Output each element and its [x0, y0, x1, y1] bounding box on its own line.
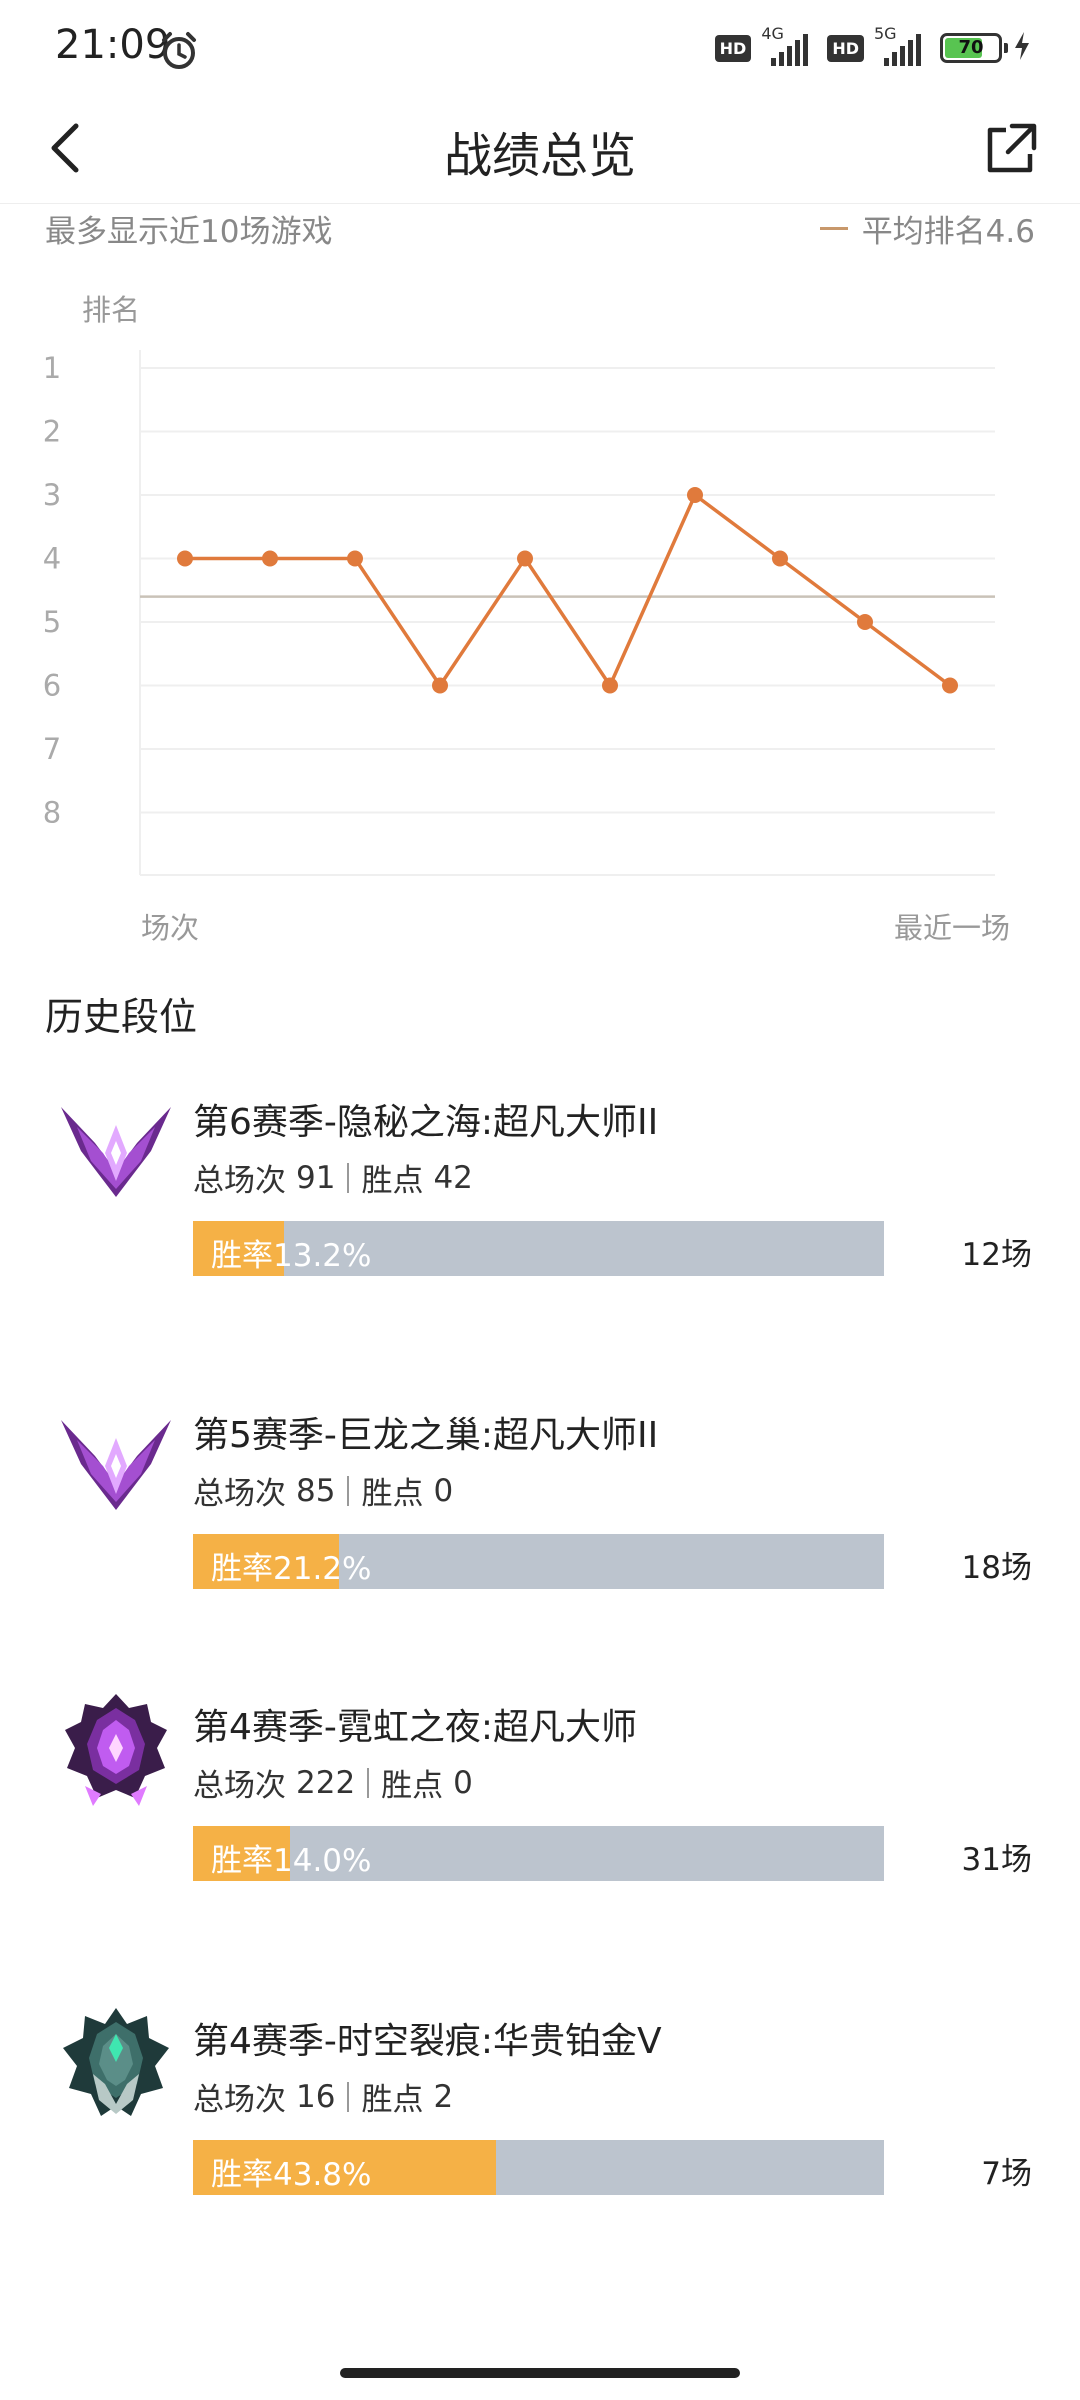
season-meta: 总场次 16 胜点 2	[193, 2074, 453, 2119]
status-bar: 21:09 HD 4G HD 5G 70	[0, 0, 1080, 100]
games-count: 7场	[981, 2156, 1032, 2192]
master-crest-emblem-icon	[55, 1690, 177, 1812]
nav-header: 战绩总览	[0, 100, 1080, 204]
data-point	[602, 677, 618, 694]
data-point	[857, 614, 873, 630]
season-title: 第4赛季-时空裂痕:华贵铂金V	[193, 2021, 662, 2062]
games-count: 12场	[961, 1237, 1032, 1273]
status-time: 21:09	[55, 22, 171, 68]
season-card[interactable]: 第4赛季-时空裂痕:华贵铂金V 总场次 16 胜点 2 胜率43.8% 7场	[0, 2004, 1080, 2264]
data-point	[347, 550, 363, 567]
winrate-bar: 胜率14.0%	[193, 1826, 884, 1881]
alarm-icon	[158, 30, 200, 76]
total-games-value: 91	[296, 1159, 336, 1196]
data-point	[262, 550, 278, 567]
platinum-crest-emblem-icon	[55, 2004, 177, 2126]
data-point	[517, 550, 533, 567]
average-rank-legend: 平均排名4.6	[819, 206, 1035, 251]
x-axis-end-label: 最近一场	[894, 911, 1010, 945]
divider	[347, 1162, 350, 1193]
data-point	[772, 550, 788, 567]
points-value: 0	[453, 1764, 473, 1801]
points-value: 2	[433, 2078, 454, 2115]
season-card[interactable]: 第6赛季-隐秘之海:超凡大师II 总场次 91 胜点 42 胜率13.2% 12…	[0, 1085, 1080, 1345]
total-games-label: 总场次	[193, 2082, 286, 2118]
signal-icon: 5G	[874, 24, 930, 68]
y-tick-label: 5	[43, 605, 61, 639]
season-title: 第4赛季-霓虹之夜:超凡大师	[193, 1707, 638, 1748]
y-tick-label: 7	[43, 732, 61, 766]
points-label: 胜点	[361, 1476, 424, 1512]
points-value: 42	[433, 1159, 473, 1196]
master-wings-emblem-icon	[55, 1398, 177, 1520]
y-tick-label: 3	[43, 478, 61, 512]
page-title: 战绩总览	[443, 128, 636, 184]
winrate-label: 胜率14.0%	[211, 1843, 372, 1879]
y-axis-label: 排名	[82, 293, 140, 327]
data-point	[432, 677, 448, 694]
status-icons: HD 4G HD 5G 70	[714, 24, 1032, 68]
season-meta: 总场次 85 胜点 0	[193, 1468, 453, 1513]
total-games-value: 85	[296, 1472, 336, 1509]
y-tick-label: 1	[43, 351, 61, 385]
total-games-value: 222	[296, 1764, 356, 1801]
winrate-label: 胜率13.2%	[211, 1238, 372, 1274]
divider	[367, 1767, 370, 1798]
y-tick-label: 8	[43, 796, 61, 830]
home-indicator[interactable]	[340, 2368, 740, 2378]
points-label: 胜点	[361, 2082, 424, 2118]
hd-badge: HD	[714, 34, 752, 62]
divider	[347, 1475, 350, 1506]
master-wings-emblem-icon	[55, 1085, 177, 1207]
share-button[interactable]	[970, 108, 1050, 188]
average-line-swatch	[819, 227, 848, 230]
season-title: 第5赛季-巨龙之巢:超凡大师II	[193, 1415, 659, 1456]
season-meta: 总场次 222 胜点 0	[193, 1760, 473, 1805]
chart-note: 最多显示近10场游戏	[45, 214, 333, 250]
rank-line-chart: 排名 1 2 3 4 5 6 7 8 场次 最近一场	[43, 293, 1010, 945]
season-card[interactable]: 第5赛季-巨龙之巢:超凡大师II 总场次 85 胜点 0 胜率21.2% 18场	[0, 1398, 1080, 1658]
season-card[interactable]: 第4赛季-霓虹之夜:超凡大师 总场次 222 胜点 0 胜率14.0% 31场	[0, 1690, 1080, 1950]
season-meta: 总场次 91 胜点 42	[193, 1155, 473, 1200]
y-tick-label: 4	[43, 542, 61, 576]
data-point	[687, 487, 703, 503]
average-rank-label: 平均排名4.6	[861, 214, 1035, 250]
winrate-bar: 胜率21.2%	[193, 1534, 884, 1589]
charging-icon	[1012, 30, 1032, 66]
points-label: 胜点	[381, 1768, 444, 1804]
signal-icon: 4G	[761, 24, 817, 68]
winrate-bar: 胜率43.8%	[193, 2140, 884, 2195]
games-count: 18场	[961, 1550, 1032, 1586]
points-value: 0	[433, 1472, 454, 1509]
winrate-label: 胜率43.8%	[211, 2157, 372, 2193]
x-axis-start-label: 场次	[141, 911, 199, 945]
season-title: 第6赛季-隐秘之海:超凡大师II	[193, 1102, 659, 1143]
battery-icon: 70	[940, 33, 1008, 63]
total-games-value: 16	[296, 2078, 336, 2115]
data-point	[942, 677, 958, 694]
winrate-bar: 胜率13.2%	[193, 1221, 884, 1276]
games-count: 31场	[961, 1842, 1032, 1878]
series-line	[185, 493, 952, 688]
data-point	[177, 550, 193, 567]
share-external-icon	[987, 123, 1037, 173]
total-games-label: 总场次	[193, 1163, 286, 1199]
winrate-label: 胜率21.2%	[211, 1551, 372, 1587]
total-games-label: 总场次	[193, 1476, 286, 1512]
y-tick-label: 6	[43, 669, 61, 703]
page: 21:09 HD 4G HD 5G 70 战绩总览 最多显示近10场游戏 平均排…	[0, 0, 1080, 2400]
y-tick-label: 2	[43, 415, 61, 449]
points-label: 胜点	[361, 1163, 424, 1199]
hd-badge: HD	[827, 34, 864, 62]
divider	[347, 2081, 350, 2112]
total-games-label: 总场次	[193, 1768, 286, 1804]
history-title: 历史段位	[45, 995, 198, 1039]
